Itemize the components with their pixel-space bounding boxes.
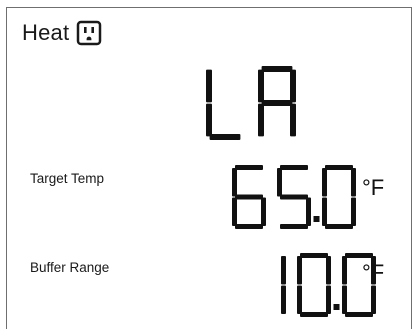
segment-a xyxy=(261,66,293,72)
segment-f xyxy=(342,256,347,285)
buffer-range-unit: °F xyxy=(362,260,385,285)
segment-a xyxy=(235,165,263,170)
segment-b xyxy=(281,256,286,285)
decimal-point xyxy=(333,304,340,310)
segment-f xyxy=(206,69,212,103)
segment-b xyxy=(351,168,356,197)
segment-c xyxy=(290,103,296,137)
segment-f xyxy=(322,168,327,197)
segment-c xyxy=(306,197,311,226)
segment-f xyxy=(258,69,264,103)
status-segment-display xyxy=(206,66,302,145)
segment-a xyxy=(325,165,353,170)
buffer-range-label: Buffer Range xyxy=(30,260,110,275)
segment-d xyxy=(235,224,263,229)
segment-c xyxy=(281,285,286,314)
segment-e xyxy=(258,103,264,137)
segment-f xyxy=(297,256,302,285)
segment-d xyxy=(280,224,308,229)
segment-c xyxy=(261,197,266,226)
segment-c xyxy=(351,197,356,226)
mode-label: Heat xyxy=(22,20,70,45)
segment-b xyxy=(290,69,296,103)
segment-d xyxy=(345,312,373,317)
segment-d xyxy=(325,224,353,229)
segment-f xyxy=(232,168,237,197)
target-temp-display xyxy=(232,165,361,234)
segment-e xyxy=(342,285,347,314)
target-temp-label: Target Temp xyxy=(30,171,105,186)
target-temp-unit: °F xyxy=(362,175,385,200)
segment-a xyxy=(280,165,308,170)
segment-d xyxy=(300,312,328,317)
segment-g xyxy=(261,100,293,106)
segment-b xyxy=(326,256,331,285)
segment-e xyxy=(322,197,327,226)
mode-header: Heat xyxy=(22,18,102,48)
segment-e xyxy=(206,103,212,137)
segment-c xyxy=(371,285,376,314)
segment-e xyxy=(232,197,237,226)
segment-g xyxy=(280,194,308,200)
target-temp-display-svg xyxy=(232,165,356,229)
status-segment-display-svg xyxy=(206,66,296,140)
segment-e xyxy=(297,285,302,314)
segment-g xyxy=(235,194,263,200)
segment-d xyxy=(209,134,241,140)
segment-c xyxy=(326,285,331,314)
segment-a xyxy=(300,253,328,258)
segment-a xyxy=(345,253,373,258)
decimal-point xyxy=(313,216,320,222)
power-outlet-icon xyxy=(76,20,102,46)
segment-f xyxy=(277,168,282,197)
